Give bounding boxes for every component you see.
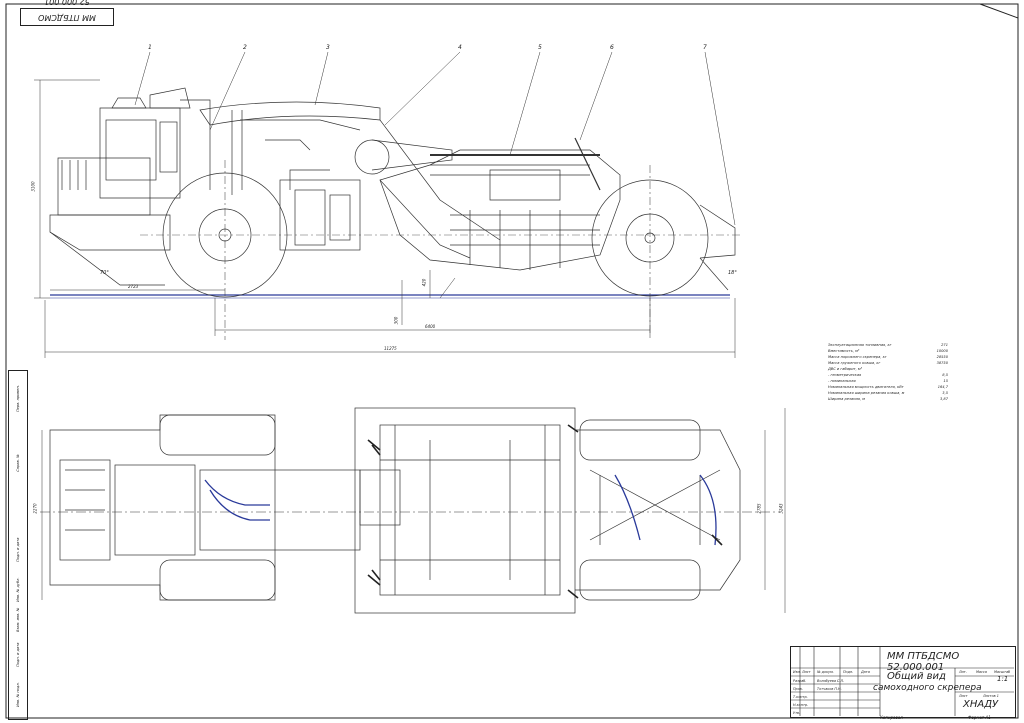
lit-label: Масштаб [994, 670, 1011, 674]
role-label: Пров. [793, 687, 803, 691]
person-name: Тотчаков П.Н. [817, 687, 842, 691]
strip-cell: Взам. инв. № [16, 607, 20, 632]
col-label: Дата [861, 670, 870, 674]
dim-3243: 3243 [778, 503, 784, 514]
angle-rear: 18° [728, 270, 737, 276]
leader-3: 3 [326, 44, 330, 51]
footer-format: Формат A1 [968, 715, 991, 720]
strip-cell: Подп. и дата [16, 537, 20, 562]
lit-label: Лит. [959, 670, 967, 674]
strip-cell: Инв. № подл. [16, 682, 20, 707]
sheet-label: Листов 1 [983, 694, 999, 698]
leader-1: 1 [148, 44, 152, 51]
dim-11275: 11275 [384, 346, 397, 351]
leader-7: 7 [703, 44, 707, 51]
top-view [40, 407, 780, 614]
leader-2: 2 [243, 44, 247, 51]
dim-6400: 6400 [425, 324, 436, 329]
drawing-name-line1: Общий вид [887, 671, 946, 682]
hydraulic-lines [204, 474, 717, 546]
left-side-strip: Перв. примен. Справ. № Подп. и дата Инв.… [8, 370, 28, 720]
dim-420: 420 [421, 278, 427, 287]
leader-5: 5 [538, 44, 542, 51]
dim-3100: 3100 [30, 181, 36, 192]
strip-cell: Подп. и дата [16, 642, 20, 667]
leader-4: 4 [458, 44, 462, 51]
role-label: Т.контр. [793, 695, 808, 699]
col-label: Лист [802, 670, 811, 674]
side-dimensions [34, 79, 736, 358]
dim-2723: 2723 [128, 284, 139, 289]
role-label: Утв. [793, 711, 801, 715]
dim-300: 300 [393, 316, 399, 325]
role-label: Н.контр. [793, 703, 809, 707]
leader-6: 6 [610, 44, 614, 51]
organization: ХНАДУ [963, 699, 999, 710]
title-block: ММ ПТБДСМО 52.000.001 Общий вид самоходн… [790, 646, 1016, 718]
col-label: Подп. [843, 670, 854, 674]
side-view [49, 87, 740, 340]
dim-2270: 2270 [32, 503, 38, 514]
spec-table: Эксплуатационная топливная, кг 271 Вмести… [828, 342, 948, 402]
dim-2785: 2785 [756, 503, 762, 514]
lit-label: Масса [976, 670, 987, 674]
sheet-label: Лист [959, 694, 968, 698]
drawing-name-line2: самоходного скрепера [873, 683, 982, 693]
footer-copy: Копировал [880, 715, 903, 720]
col-label: № докум. [817, 670, 834, 674]
top-stamp: ММ ПТБДСМО 52.000.001 [20, 0, 114, 26]
person-name: Волобуева С.Л. [817, 679, 845, 683]
col-label: Изм. [793, 670, 801, 674]
angle-front: 70° [100, 270, 109, 276]
strip-cell: Инв. № дубл. [16, 577, 20, 602]
drawing-scale: 1:1 [997, 675, 1009, 683]
spec-row: Ширина резания, м 3,87 [828, 397, 948, 401]
top-dimensions [41, 408, 786, 613]
role-label: Разраб. [793, 679, 807, 683]
strip-cell: Перв. примен. [16, 385, 20, 412]
strip-cell: Справ. № [16, 454, 20, 472]
